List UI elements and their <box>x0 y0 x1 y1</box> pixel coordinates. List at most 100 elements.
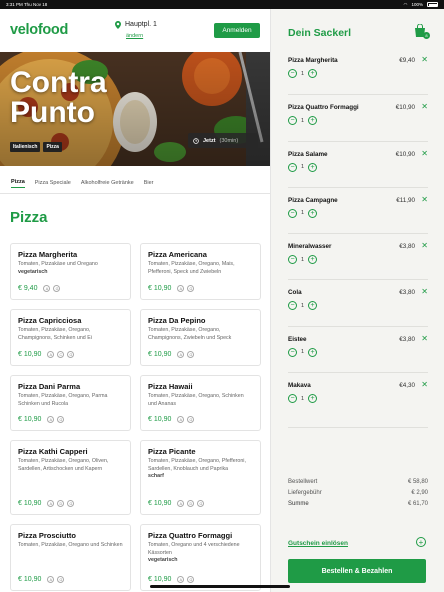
allergen-badge[interactable]: A <box>47 416 55 423</box>
allergen-badge[interactable]: G <box>57 416 65 423</box>
remove-item-icon[interactable]: ✕ <box>421 287 428 296</box>
increase-button[interactable]: + <box>308 69 318 78</box>
quantity-stepper: − 1 + <box>288 394 318 404</box>
cart-item-price: €11,90 <box>396 196 415 204</box>
order-and-pay-button[interactable]: Bestellen & Bezahlen <box>288 559 426 583</box>
menu-item-card[interactable]: Pizza Quattro Formaggi Tomaten, Oregano … <box>140 524 261 591</box>
allergen-badge[interactable]: D <box>57 500 65 507</box>
increase-button[interactable]: + <box>308 255 318 265</box>
increase-button[interactable]: + <box>308 394 318 404</box>
home-indicator[interactable] <box>150 585 290 588</box>
remove-item-icon[interactable]: ✕ <box>421 241 428 250</box>
allergen-badge[interactable]: G <box>67 351 75 358</box>
menu-item-name: Pizza Capricciosa <box>18 316 82 325</box>
restaurant-hero: Contra Punto Italienisch Pizza Jetzt (30… <box>0 52 270 166</box>
decrease-button[interactable]: − <box>288 301 297 311</box>
decrease-button[interactable]: − <box>288 347 297 357</box>
increase-button[interactable]: + <box>308 208 318 218</box>
allergen-badge[interactable]: G <box>57 576 65 583</box>
menu-item-name: Pizza Kathi Capperi <box>18 447 88 456</box>
cart-item-price: €3,80 <box>399 243 415 251</box>
allergen-badge[interactable]: A <box>177 576 185 583</box>
decrease-button[interactable]: − <box>288 255 297 265</box>
item-quantity: 1 <box>301 256 305 263</box>
allergen-badge[interactable]: A <box>47 500 55 507</box>
allergen-badge[interactable]: G <box>187 285 195 292</box>
increase-button[interactable]: + <box>308 301 318 311</box>
menu-item-name: Pizza Quattro Formaggi <box>148 531 233 540</box>
redeem-coupon-link[interactable]: Gutschein einlösen <box>288 540 348 547</box>
menu-item-card[interactable]: Pizza Americana Tomaten, Pizzakäse, Oreg… <box>140 243 261 300</box>
menu-item-card[interactable]: Pizza Picante Tomaten, Pizzakäse, Oregan… <box>140 440 261 515</box>
remove-item-icon[interactable]: ✕ <box>421 55 428 64</box>
increase-button[interactable]: + <box>308 116 318 126</box>
logo[interactable]: velofood <box>10 22 68 38</box>
allergen-badge[interactable]: A <box>177 416 185 423</box>
cart-item-name: Eistee <box>288 335 307 343</box>
status-bar: 3:31 PM Thu Nov 18 ◠ 100% <box>0 0 444 9</box>
location: Hauptpl. 1 <box>115 21 157 29</box>
allergen-badge[interactable]: G <box>53 285 61 292</box>
remove-item-icon[interactable]: ✕ <box>421 195 428 204</box>
allergen-badge[interactable]: A <box>177 500 185 507</box>
cart-item-name: Pizza Margherita <box>288 57 338 64</box>
menu-item-card[interactable]: Pizza Da Pepino Tomaten, Pizzakäse, Oreg… <box>140 309 261 366</box>
cart-item: Pizza Campagne €11,90 ✕ − 1 + <box>288 186 428 233</box>
remove-item-icon[interactable]: ✕ <box>421 380 428 389</box>
allergen-badge[interactable]: A <box>47 351 55 358</box>
cart-count-badge: 8 <box>423 32 430 39</box>
remove-item-icon[interactable]: ✕ <box>421 334 428 343</box>
menu-item-diet: vegetarisch <box>148 557 178 563</box>
menu-item-card[interactable]: Pizza Kathi Capperi Tomaten, Pizzakäse, … <box>10 440 131 515</box>
cart-item: Mineralwasser €3,80 ✕ − 1 + <box>288 233 428 279</box>
item-quantity: 1 <box>301 210 305 217</box>
delivery-fee-value: € 2,90 <box>411 490 428 496</box>
menu-item-card[interactable]: Pizza Hawaii Tomaten, Pizzakäse, Oregano… <box>140 375 261 431</box>
decrease-button[interactable]: − <box>288 394 297 404</box>
allergen-badge[interactable]: D <box>187 500 195 507</box>
remove-item-icon[interactable]: ✕ <box>421 149 428 158</box>
allergen-badge[interactable]: G <box>187 416 195 423</box>
allergen-badge[interactable]: G <box>187 351 195 358</box>
allergen-badge[interactable]: C <box>57 351 65 358</box>
menu-item-name: Pizza Margherita <box>18 250 78 259</box>
decrease-button[interactable]: − <box>288 116 297 126</box>
quantity-stepper: − 1 + <box>288 162 318 172</box>
quantity-stepper: − 1 + <box>288 208 318 218</box>
category-tabs: Pizza Pizza Speciale Alkoholfreie Geträn… <box>0 172 270 194</box>
allergen-badge[interactable]: G <box>67 500 75 507</box>
decrease-button[interactable]: − <box>288 208 297 218</box>
allergen-badge[interactable]: G <box>187 576 195 583</box>
tab-bier[interactable]: Bier <box>144 180 154 186</box>
menu-item-price: € 10,90 <box>148 500 172 507</box>
increase-button[interactable]: + <box>308 162 318 172</box>
login-button[interactable]: Anmelden <box>214 23 260 38</box>
delivery-time-selector[interactable]: Jetzt (30min) <box>188 133 258 148</box>
allergen-badge[interactable]: A <box>177 351 185 358</box>
increase-button[interactable]: + <box>308 347 318 357</box>
tab-pizza[interactable]: Pizza <box>11 179 25 188</box>
allergen-badge[interactable]: A <box>47 576 55 583</box>
menu-item-price: € 10,90 <box>18 500 42 507</box>
allergen-badge[interactable]: G <box>197 500 205 507</box>
decrease-button[interactable]: − <box>288 69 297 78</box>
divider <box>288 427 428 428</box>
menu-item-card[interactable]: Pizza Margherita Tomaten, Pizzakäse und … <box>10 243 131 300</box>
cart-item-price: €3,80 <box>399 335 415 343</box>
menu-item-card[interactable]: Pizza Dani Parma Tomaten, Pizzakäse, Ore… <box>10 375 131 431</box>
allergen-badge[interactable]: A <box>177 285 185 292</box>
add-coupon-icon[interactable]: + <box>416 537 426 547</box>
decrease-button[interactable]: − <box>288 162 297 172</box>
tab-pizza-speciale[interactable]: Pizza Speciale <box>35 180 71 186</box>
menu-item-card[interactable]: Pizza Capricciosa Tomaten, Pizzakäse, Or… <box>10 309 131 366</box>
delivery-time-label: Jetzt <box>203 137 216 144</box>
allergen-badge[interactable]: A <box>43 285 51 292</box>
top-bar: velofood Hauptpl. 1 ändern Anmelden <box>0 9 270 52</box>
menu-item-name: Pizza Da Pepino <box>148 316 206 325</box>
menu-item-card[interactable]: Pizza Prosciutto Tomaten, Pizzakäse, Ore… <box>10 524 131 591</box>
restaurant-name: Contra Punto <box>10 66 107 129</box>
tab-alkoholfreie-getraenke[interactable]: Alkoholfreie Getränke <box>81 180 134 186</box>
remove-item-icon[interactable]: ✕ <box>421 102 428 111</box>
change-location-link[interactable]: ändern <box>126 33 143 39</box>
menu-item-price: € 10,90 <box>148 576 172 583</box>
